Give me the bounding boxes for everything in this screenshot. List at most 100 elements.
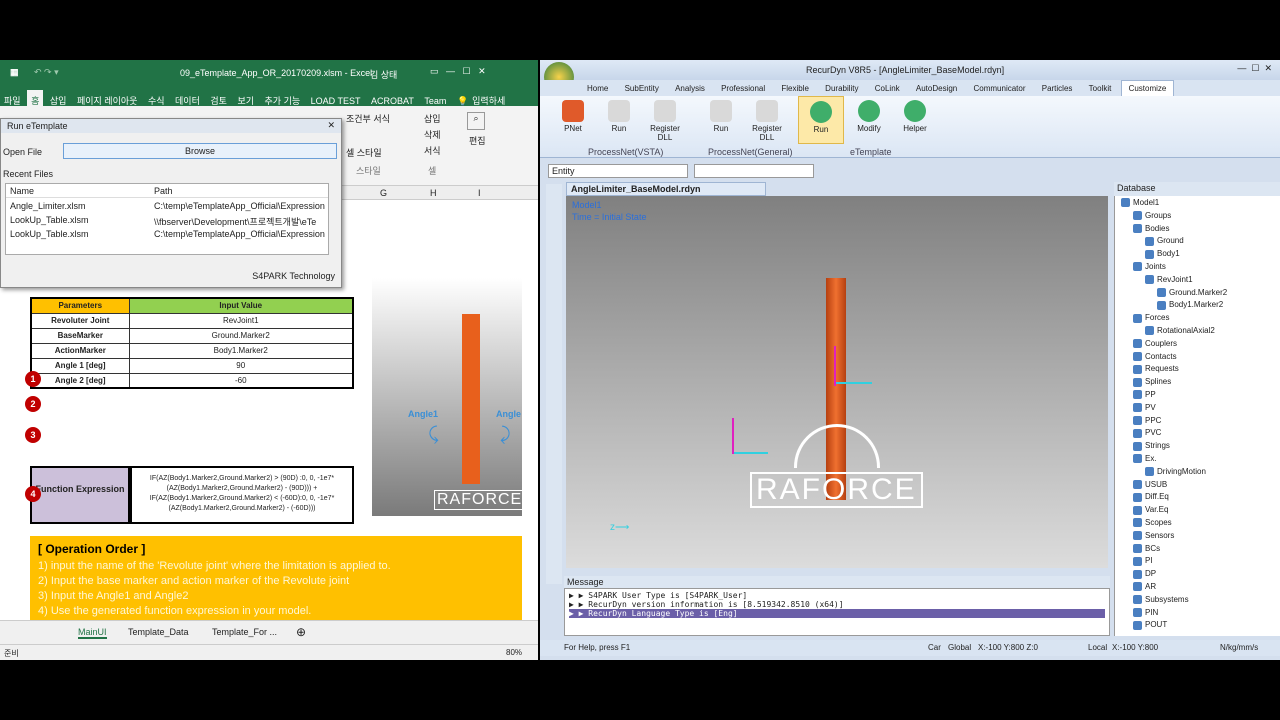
tab-durability[interactable]: Durability bbox=[818, 81, 865, 96]
add-sheet-icon[interactable]: ⊕ bbox=[296, 625, 306, 639]
tree-item[interactable]: Couplers bbox=[1133, 339, 1177, 349]
tree-item[interactable]: USUB bbox=[1133, 480, 1167, 489]
tree-item[interactable]: DP bbox=[1133, 569, 1156, 579]
tree-item[interactable]: Forces bbox=[1133, 313, 1169, 323]
tree-item[interactable]: Contacts bbox=[1133, 352, 1177, 361]
tab-particles[interactable]: Particles bbox=[1035, 81, 1080, 96]
register-dll-general-button[interactable]: Register DLL bbox=[744, 96, 790, 142]
tree-item[interactable]: Strings bbox=[1133, 441, 1170, 451]
tab-professional[interactable]: Professional bbox=[714, 81, 772, 96]
undo-icon[interactable]: ↶ ↷ ▾ bbox=[34, 67, 59, 78]
sheet-tab-template-data[interactable]: Template_Data bbox=[128, 627, 189, 637]
browse-button[interactable]: Browse bbox=[63, 143, 337, 159]
tree-item[interactable]: PI bbox=[1133, 556, 1153, 566]
param-label: Angle 2 [deg] bbox=[30, 372, 130, 389]
cond-format-button[interactable]: 조건부 서식 bbox=[346, 112, 390, 125]
tree-item[interactable]: Sensors bbox=[1133, 531, 1174, 541]
tree-node-icon bbox=[1145, 249, 1154, 259]
tree-item[interactable]: Var.Eq bbox=[1133, 505, 1168, 515]
tree-item[interactable]: Model1 bbox=[1121, 198, 1159, 208]
param-value[interactable]: 90 bbox=[128, 357, 354, 374]
tree-node-icon bbox=[1133, 377, 1142, 387]
tab-flexible[interactable]: Flexible bbox=[774, 81, 816, 96]
etemplate-run-button[interactable]: Run bbox=[798, 96, 844, 144]
tree-item[interactable]: PPC bbox=[1133, 416, 1161, 425]
edit-button[interactable]: 편집 bbox=[469, 134, 486, 147]
tree-node-icon bbox=[1133, 415, 1142, 425]
group-label: ProcessNet(VSTA) bbox=[588, 147, 664, 157]
tree-item[interactable]: Requests bbox=[1133, 364, 1179, 374]
param-value[interactable]: RevJoint1 bbox=[128, 312, 354, 329]
status-global: Global bbox=[948, 643, 972, 652]
tab-toolkit[interactable]: Toolkit bbox=[1082, 81, 1119, 96]
zoom-level[interactable]: 80% bbox=[506, 648, 522, 657]
arc-arrow-icon bbox=[794, 424, 880, 468]
list-item[interactable]: Angle_Limiter.xlsm C:\temp\eTemplateApp_O… bbox=[6, 198, 328, 212]
tree-item-label: PPC bbox=[1145, 415, 1162, 425]
param-value[interactable]: Body1.Marker2 bbox=[128, 342, 354, 359]
tab-home[interactable]: Home bbox=[580, 81, 615, 96]
tree-item[interactable]: RevJoint1 bbox=[1145, 275, 1193, 285]
tree-item[interactable]: Groups bbox=[1133, 211, 1171, 221]
entity-name-input[interactable] bbox=[694, 164, 814, 178]
tab-customize[interactable]: Customize bbox=[1120, 80, 1175, 97]
tree-item[interactable]: PIN bbox=[1133, 608, 1158, 617]
run-vsta-button[interactable]: Run bbox=[596, 96, 642, 133]
sheet-tab-template-for[interactable]: Template_For ... bbox=[212, 627, 277, 637]
3d-viewport[interactable]: Model1 Time = Initial State RAFORCE z⟶ bbox=[566, 196, 1108, 568]
param-value[interactable]: -60 bbox=[128, 372, 354, 389]
param-value[interactable]: Ground.Marker2 bbox=[128, 327, 354, 344]
register-dll-vsta-button[interactable]: Register DLL bbox=[642, 96, 688, 142]
style-group-label: 스타일 bbox=[356, 166, 381, 176]
tree-item[interactable]: PV bbox=[1133, 403, 1156, 413]
document-tab[interactable]: AngleLimiter_BaseModel.rdyn bbox=[566, 182, 766, 196]
list-item[interactable]: LookUp_Table.xlsm C:\temp\eTemplateApp_Of… bbox=[6, 226, 328, 240]
cell-style-button[interactable]: 셀 스타일 bbox=[346, 146, 382, 159]
excel-window-controls[interactable]: ▭ — ☐ ✕ bbox=[430, 66, 486, 77]
pnet-button[interactable]: PNet bbox=[550, 96, 596, 133]
tree-item[interactable]: Diff.Eq bbox=[1133, 492, 1169, 502]
tree-item[interactable]: Ground bbox=[1145, 236, 1184, 246]
tree-item[interactable]: POUT bbox=[1133, 620, 1167, 630]
tab-subentity[interactable]: SubEntity bbox=[618, 81, 666, 96]
insert-cells-button[interactable]: 삽입 bbox=[424, 112, 441, 125]
tree-item[interactable]: Splines bbox=[1133, 377, 1171, 387]
run-general-button[interactable]: Run bbox=[698, 96, 744, 133]
column-i: I bbox=[478, 188, 481, 198]
delete-cells-button[interactable]: 삭제 bbox=[424, 128, 441, 141]
tree-item[interactable]: Bodies bbox=[1133, 224, 1169, 233]
tree-node-icon bbox=[1133, 390, 1142, 400]
tree-item[interactable]: PVC bbox=[1133, 428, 1161, 438]
format-cells-button[interactable]: 서식 bbox=[424, 144, 441, 157]
etemplate-helper-button[interactable]: Helper bbox=[892, 96, 938, 133]
tree-item[interactable]: Joints bbox=[1133, 262, 1166, 272]
name-column-header[interactable]: Name bbox=[10, 186, 34, 196]
step-marker-4: 4 bbox=[25, 486, 41, 502]
tree-item[interactable]: DrivingMotion bbox=[1145, 467, 1206, 477]
function-expression[interactable]: IF(AZ(Body1.Marker2,Ground.Marker2) > (9… bbox=[130, 466, 354, 524]
tree-item[interactable]: Scopes bbox=[1133, 518, 1172, 528]
tree-item-label: RotationalAxial2 bbox=[1157, 326, 1215, 335]
tree-item[interactable]: AR bbox=[1133, 582, 1156, 592]
tree-item[interactable]: Ground.Marker2 bbox=[1157, 288, 1227, 297]
window-controls[interactable]: — ☐ ✕ bbox=[1237, 63, 1272, 74]
tab-analysis[interactable]: Analysis bbox=[668, 81, 712, 96]
search-icon[interactable]: ⌕ bbox=[467, 112, 485, 130]
etemplate-modify-button[interactable]: Modify bbox=[846, 96, 892, 133]
tab-autodesign[interactable]: AutoDesign bbox=[909, 81, 964, 96]
tree-item[interactable]: BCs bbox=[1133, 544, 1160, 553]
tree-item[interactable]: Body1 bbox=[1145, 249, 1180, 259]
close-icon[interactable]: ✕ bbox=[327, 120, 335, 131]
tab-communicator[interactable]: Communicator bbox=[966, 81, 1032, 96]
entity-select[interactable]: Entity bbox=[548, 164, 688, 178]
sheet-tab-mainui[interactable]: MainUI bbox=[78, 627, 107, 639]
list-item[interactable]: LookUp_Table.xlsm \\fbserver\Development\… bbox=[6, 212, 328, 227]
tree-item[interactable]: Ex. bbox=[1133, 454, 1157, 464]
tree-item[interactable]: PP bbox=[1133, 390, 1156, 400]
path-column-header[interactable]: Path bbox=[154, 186, 173, 196]
tab-colink[interactable]: CoLink bbox=[868, 81, 907, 96]
tree-item[interactable]: Subsystems bbox=[1133, 595, 1189, 605]
tree-item[interactable]: Body1.Marker2 bbox=[1157, 300, 1223, 310]
recurdyn-title-bar: RecurDyn V8R5 - [AngleLimiter_BaseModel.… bbox=[540, 60, 1280, 92]
tree-item[interactable]: RotationalAxial2 bbox=[1145, 326, 1215, 336]
